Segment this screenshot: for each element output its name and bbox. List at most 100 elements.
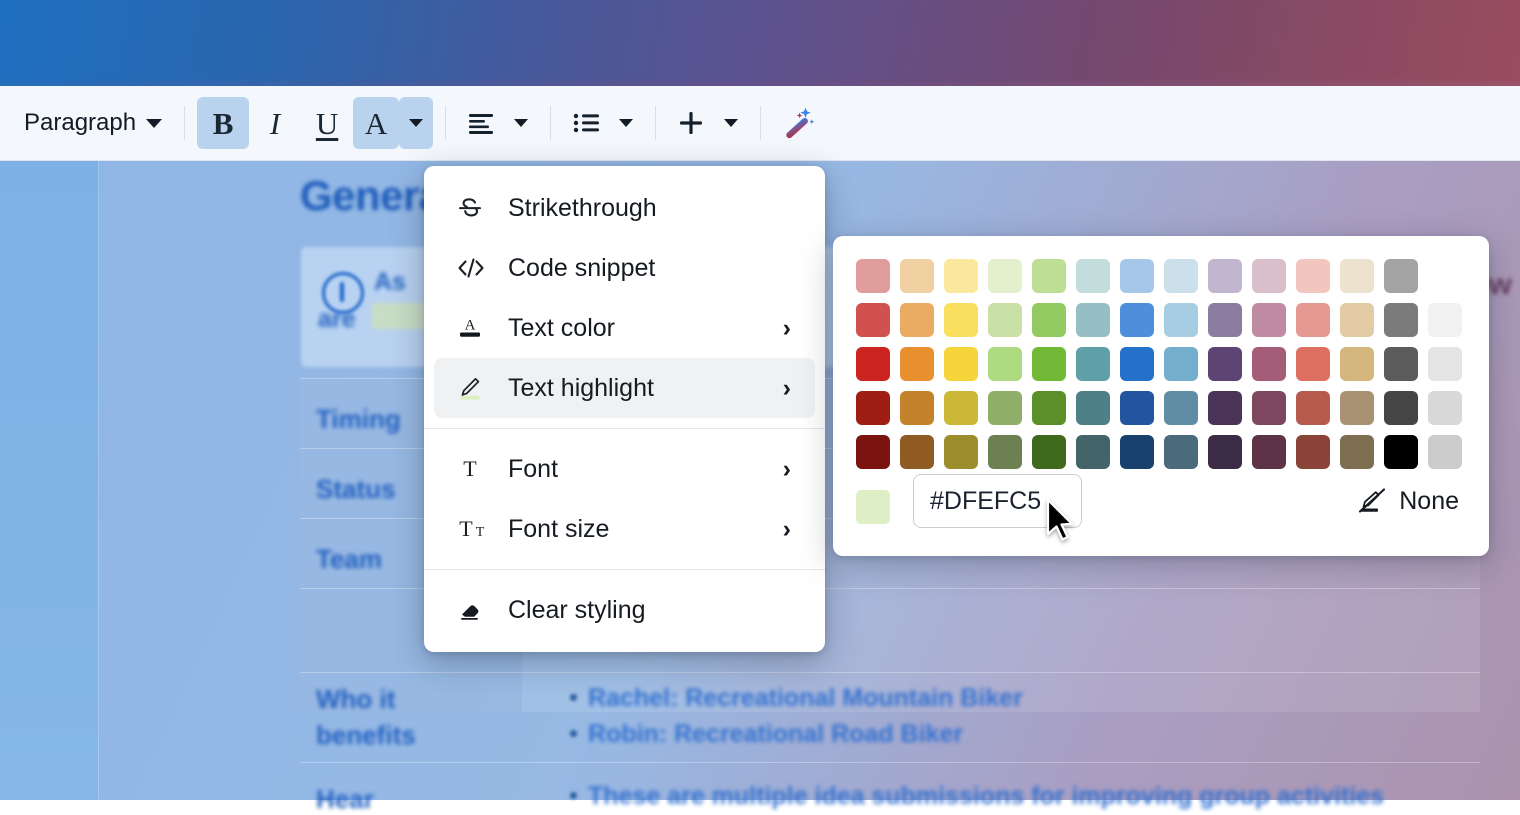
color-swatch-cell[interactable] bbox=[1203, 430, 1247, 474]
align-left-button[interactable] bbox=[458, 97, 504, 149]
list-dropdown[interactable] bbox=[563, 97, 643, 149]
color-swatch-cell[interactable] bbox=[1335, 386, 1379, 430]
color-swatch-cell[interactable] bbox=[1115, 386, 1159, 430]
color-swatch-cell[interactable] bbox=[1071, 342, 1115, 386]
menu-item-strikethrough[interactable]: Strikethrough bbox=[434, 178, 815, 238]
color-swatch-72B937[interactable] bbox=[1032, 347, 1066, 381]
text-style-dropdown[interactable]: A bbox=[353, 97, 434, 149]
color-swatch-CDB736[interactable] bbox=[944, 391, 978, 425]
color-swatch-cell[interactable] bbox=[939, 430, 983, 474]
color-swatch-cell[interactable] bbox=[1379, 342, 1423, 386]
color-swatch-cell[interactable] bbox=[1291, 254, 1335, 298]
color-swatch-cell[interactable] bbox=[1291, 298, 1335, 342]
menu-item-clear-styling[interactable]: Clear styling bbox=[434, 580, 815, 640]
color-swatch-cell[interactable] bbox=[1247, 342, 1291, 386]
color-swatch-9E1E14[interactable] bbox=[856, 391, 890, 425]
color-swatch-7B1410[interactable] bbox=[856, 435, 890, 469]
color-swatch-9B8D2B[interactable] bbox=[944, 435, 978, 469]
color-swatch-C2B6CE[interactable] bbox=[1208, 259, 1242, 293]
color-swatch-BEDE93[interactable] bbox=[1032, 259, 1066, 293]
insert-dropdown[interactable] bbox=[668, 97, 748, 149]
color-swatch-cell[interactable] bbox=[1335, 254, 1379, 298]
color-swatch-AEDA82[interactable] bbox=[988, 347, 1022, 381]
color-swatch-cell[interactable] bbox=[895, 430, 939, 474]
color-swatch-D15150[interactable] bbox=[856, 303, 890, 337]
color-swatch-4B6B7C[interactable] bbox=[1164, 435, 1198, 469]
color-swatch-cell[interactable] bbox=[851, 254, 895, 298]
color-swatch-cell[interactable] bbox=[983, 430, 1027, 474]
color-swatch-cell[interactable] bbox=[1379, 386, 1423, 430]
color-swatch-DE7062[interactable] bbox=[1296, 347, 1330, 381]
color-swatch-8C7DA0[interactable] bbox=[1208, 303, 1242, 337]
color-swatch-cell[interactable] bbox=[1423, 342, 1467, 386]
color-swatch-96BFC5[interactable] bbox=[1076, 303, 1110, 337]
color-swatch-C9E0A6[interactable] bbox=[988, 303, 1022, 337]
color-swatch-cell[interactable] bbox=[851, 342, 895, 386]
color-swatch-BE8BA3[interactable] bbox=[1252, 303, 1286, 337]
color-swatch-EDE2CD[interactable] bbox=[1340, 259, 1374, 293]
color-swatch-cell[interactable] bbox=[939, 254, 983, 298]
list-caret[interactable] bbox=[609, 97, 643, 149]
paragraph-style-dropdown[interactable]: Paragraph bbox=[14, 97, 172, 149]
color-swatch-CC2420[interactable] bbox=[856, 347, 890, 381]
color-swatch-E09B9B[interactable] bbox=[856, 259, 890, 293]
color-swatch-5F3347[interactable] bbox=[1252, 435, 1286, 469]
color-swatch-E2F0CE[interactable] bbox=[988, 259, 1022, 293]
color-swatch-cell[interactable] bbox=[1247, 254, 1291, 298]
color-swatch-cell[interactable] bbox=[1247, 430, 1291, 474]
color-swatch-cell[interactable] bbox=[1379, 430, 1423, 474]
color-swatch-7B7B7B[interactable] bbox=[1384, 303, 1418, 337]
color-swatch-cell[interactable] bbox=[1115, 430, 1159, 474]
underline-button[interactable]: U bbox=[301, 97, 353, 149]
text-style-caret[interactable] bbox=[399, 97, 434, 149]
color-swatch-cell[interactable] bbox=[1423, 386, 1467, 430]
menu-item-font-size[interactable]: T T Font size › bbox=[434, 499, 815, 559]
no-color-button[interactable]: None bbox=[1357, 479, 1459, 523]
color-swatch-cell[interactable] bbox=[939, 298, 983, 342]
hex-color-input[interactable]: #DFEFC5 bbox=[913, 474, 1082, 528]
color-swatch-7E4760[interactable] bbox=[1252, 391, 1286, 425]
color-swatch-436469[interactable] bbox=[1076, 435, 1110, 469]
italic-button[interactable]: I bbox=[249, 97, 301, 149]
color-swatch-F2C6BE[interactable] bbox=[1296, 259, 1330, 293]
color-swatch-cell[interactable] bbox=[983, 254, 1027, 298]
align-dropdown[interactable] bbox=[458, 97, 538, 149]
align-caret[interactable] bbox=[504, 97, 538, 149]
color-swatch-cell[interactable] bbox=[1027, 342, 1071, 386]
color-swatch-5C5C5C[interactable] bbox=[1384, 347, 1418, 381]
color-swatch-cell[interactable] bbox=[1115, 298, 1159, 342]
color-swatch-cell[interactable] bbox=[1071, 430, 1115, 474]
color-swatch-CBE0EA[interactable] bbox=[1164, 259, 1198, 293]
color-swatch-cell[interactable] bbox=[1247, 298, 1291, 342]
menu-item-text-color[interactable]: A Text color › bbox=[434, 298, 815, 358]
color-swatch-A5C8EA[interactable] bbox=[1120, 259, 1154, 293]
color-swatch-cell[interactable] bbox=[1335, 298, 1379, 342]
color-swatch-cell[interactable] bbox=[1159, 386, 1203, 430]
color-swatch-cell[interactable] bbox=[1115, 342, 1159, 386]
color-swatch-cell[interactable] bbox=[1159, 342, 1203, 386]
color-swatch-CCCCCC[interactable] bbox=[1428, 435, 1462, 469]
color-swatch-cell[interactable] bbox=[1027, 254, 1071, 298]
color-swatch-cell[interactable] bbox=[1027, 386, 1071, 430]
color-swatch-cell[interactable] bbox=[1027, 430, 1071, 474]
color-swatch-8F5B22[interactable] bbox=[900, 435, 934, 469]
color-swatch-A89271[interactable] bbox=[1340, 391, 1374, 425]
color-swatch-5E9FA8[interactable] bbox=[1076, 347, 1110, 381]
color-swatch-E3CCA5[interactable] bbox=[1340, 303, 1374, 337]
color-swatch-cell[interactable] bbox=[1071, 254, 1115, 298]
color-swatch-cell[interactable] bbox=[1335, 342, 1379, 386]
color-swatch-4E8088[interactable] bbox=[1076, 391, 1110, 425]
color-swatch-cell[interactable] bbox=[1203, 342, 1247, 386]
ai-assistant-button[interactable] bbox=[773, 97, 825, 149]
bold-button[interactable]: B bbox=[197, 97, 250, 149]
color-swatch-F8DF5E[interactable] bbox=[944, 303, 978, 337]
color-swatch-000000[interactable] bbox=[1384, 435, 1418, 469]
color-swatch-cell[interactable] bbox=[851, 386, 895, 430]
color-swatch-6C8051[interactable] bbox=[988, 435, 1022, 469]
color-swatch-5A8F2A[interactable] bbox=[1032, 391, 1066, 425]
color-swatch-cell[interactable] bbox=[1071, 386, 1115, 430]
color-swatch-cell[interactable] bbox=[1423, 430, 1467, 474]
color-swatch-FAE89C[interactable] bbox=[944, 259, 978, 293]
color-swatch-cell[interactable] bbox=[851, 430, 895, 474]
color-swatch-cell[interactable] bbox=[1335, 430, 1379, 474]
